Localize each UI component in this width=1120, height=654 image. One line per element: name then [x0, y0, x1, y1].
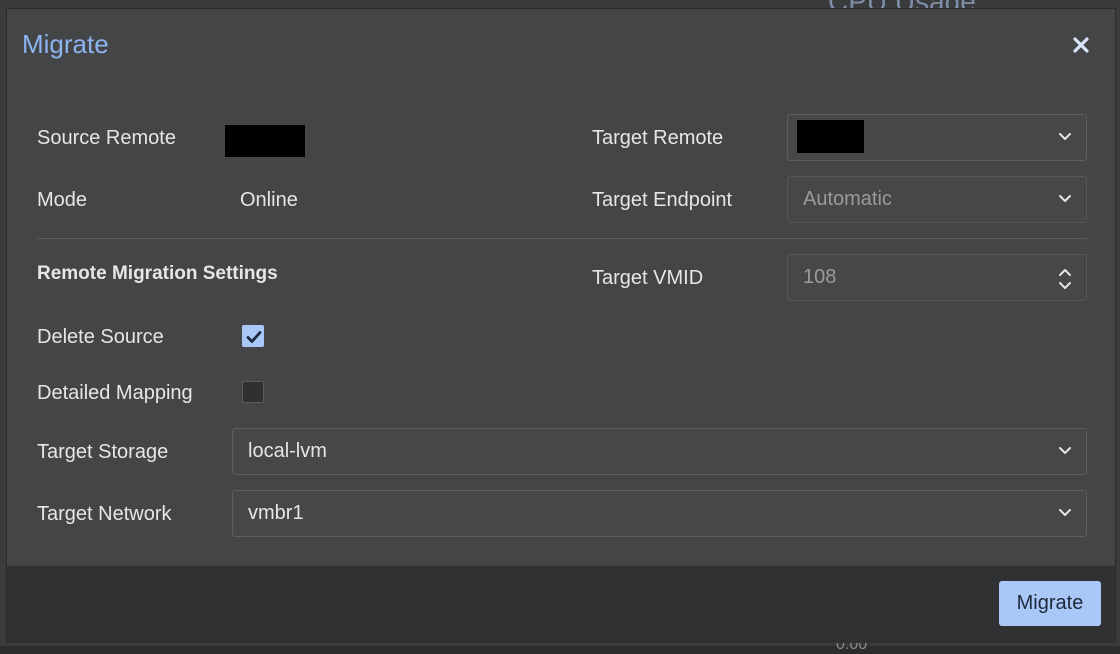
detailed-mapping-checkbox[interactable] [242, 381, 264, 403]
delete-source-label: Delete Source [37, 326, 164, 348]
chevron-down-icon [1059, 447, 1071, 454]
checkmark-icon [246, 331, 262, 343]
target-vmid-label: Target VMID [592, 267, 704, 289]
migrate-dialog: Migrate Source Remote Target Remote Mode… [6, 8, 1116, 643]
target-vmid-input[interactable]: 108 [787, 254, 1087, 301]
target-endpoint-value: Automatic [803, 188, 892, 210]
dialog-title: Migrate [22, 29, 109, 59]
target-vmid-value: 108 [803, 266, 837, 288]
chevron-down-icon [1059, 509, 1071, 516]
remote-migration-settings-heading: Remote Migration Settings [37, 263, 278, 284]
section-divider [37, 238, 1087, 239]
dialog-header: Migrate [7, 9, 1115, 85]
chevron-down-icon [1059, 195, 1071, 202]
spinner-arrows-icon[interactable] [1058, 267, 1072, 291]
close-icon[interactable] [1073, 37, 1089, 53]
chevron-down-icon [1059, 133, 1071, 140]
source-remote-value [225, 125, 305, 157]
target-endpoint-select[interactable]: Automatic [787, 176, 1087, 223]
migrate-button[interactable]: Migrate [999, 581, 1101, 626]
dialog-footer: Migrate [7, 566, 1115, 643]
mode-value: Online [240, 189, 298, 211]
target-storage-select[interactable]: local-lvm [232, 428, 1087, 475]
target-storage-value: local-lvm [248, 440, 327, 462]
target-remote-value [797, 120, 864, 153]
source-remote-label: Source Remote [37, 127, 176, 149]
detailed-mapping-label: Detailed Mapping [37, 382, 193, 404]
target-network-value: vmbr1 [248, 502, 304, 524]
target-network-label: Target Network [37, 503, 172, 525]
target-endpoint-label: Target Endpoint [592, 189, 733, 211]
target-storage-label: Target Storage [37, 441, 169, 463]
target-remote-select[interactable] [787, 114, 1087, 161]
target-network-select[interactable]: vmbr1 [232, 490, 1087, 537]
mode-label: Mode [37, 189, 88, 211]
delete-source-checkbox[interactable] [242, 325, 264, 347]
target-remote-label: Target Remote [592, 127, 724, 149]
